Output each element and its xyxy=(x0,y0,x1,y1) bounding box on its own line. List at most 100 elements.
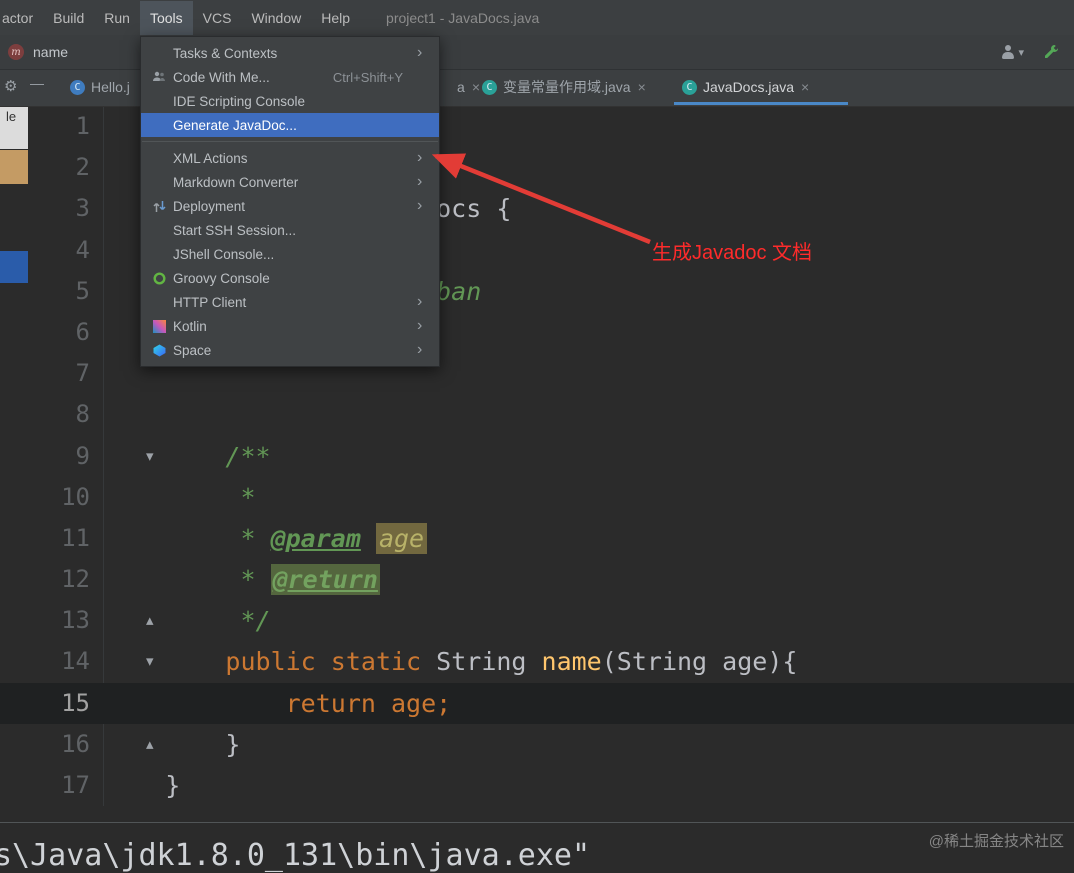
menu-item-tasks-contexts[interactable]: Tasks & Contexts › xyxy=(141,41,439,65)
line-number[interactable]: 16 xyxy=(40,724,90,765)
code-token: age xyxy=(375,522,428,554)
line-number[interactable]: 1 xyxy=(40,106,90,147)
menu-item-groovy-console[interactable]: Groovy Console xyxy=(141,266,439,290)
tab-javadocs-java[interactable]: JavaDocs.java × xyxy=(674,69,848,105)
navbar-symbol[interactable]: name xyxy=(33,44,68,60)
menu-window[interactable]: Window xyxy=(241,1,311,35)
kotlin-icon xyxy=(150,319,168,333)
code-text: * @param age xyxy=(105,518,428,559)
tab-bianliang-java[interactable]: 变量常量作用域.java × xyxy=(474,69,688,105)
line-number[interactable]: 15 xyxy=(40,683,90,724)
line-number[interactable]: 11 xyxy=(40,518,90,559)
tools-menu: Tasks & Contexts › Code With Me... Ctrl+Shi… xyxy=(140,36,440,367)
tab-label: JavaDocs.java xyxy=(703,79,795,95)
menu-item-label: XML Actions xyxy=(173,150,248,166)
menu-refactor[interactable]: actor xyxy=(0,1,43,35)
code-line[interactable]: 15 return age; xyxy=(0,682,1074,724)
code-token: @param xyxy=(270,523,361,553)
menu-item-ide-scripting-console[interactable]: IDE Scripting Console xyxy=(141,89,439,113)
code-token: @return xyxy=(270,564,380,596)
menu-item-http-client[interactable]: HTTP Client › xyxy=(141,290,439,314)
line-number[interactable]: 6 xyxy=(40,312,90,353)
line-number[interactable]: 10 xyxy=(40,477,90,518)
class-icon xyxy=(682,79,697,95)
menu-run[interactable]: Run xyxy=(94,1,140,35)
menu-tools[interactable]: Tools xyxy=(139,0,193,35)
menu-item-xml-actions[interactable]: XML Actions › xyxy=(141,146,439,170)
line-number[interactable]: 17 xyxy=(40,765,90,806)
menu-item-label: Deployment xyxy=(173,198,246,214)
code-line[interactable]: 17 } xyxy=(0,765,1074,806)
code-line[interactable]: 11 * @param age xyxy=(0,518,1074,559)
close-tab-icon[interactable]: × xyxy=(801,79,809,95)
menu-item-code-with-me[interactable]: Code With Me... Ctrl+Shift+Y xyxy=(141,65,439,89)
menu-item-label: Tasks & Contexts xyxy=(173,45,278,61)
code-token: static xyxy=(330,647,422,677)
code-text: /** xyxy=(105,436,271,477)
menu-item-label: Start SSH Session... xyxy=(173,222,297,238)
tab-label: Hello.j xyxy=(91,79,130,95)
annotation-text: 生成Javadoc 文档 xyxy=(652,242,813,264)
line-number[interactable]: 13 xyxy=(40,600,90,641)
code-line[interactable]: 14 public static String name(String age)… xyxy=(0,641,1074,682)
code-line[interactable]: 13 */ xyxy=(0,600,1074,641)
line-number[interactable]: 4 xyxy=(40,230,90,271)
code-token: /** xyxy=(105,441,271,471)
divider xyxy=(0,822,1074,823)
code-text: } xyxy=(105,765,180,806)
code-text: public static String name(String age){ xyxy=(105,641,797,682)
menu-item-space[interactable]: Space › xyxy=(141,338,439,362)
code-token: } xyxy=(105,729,241,759)
code-token: * xyxy=(105,565,271,595)
users-icon xyxy=(1000,44,1016,60)
navbar-right-actions xyxy=(1000,43,1074,61)
space-icon xyxy=(150,344,168,357)
code-text: */ xyxy=(105,600,271,641)
code-line[interactable]: 9 /** xyxy=(0,436,1074,477)
code-token: age; xyxy=(391,688,452,718)
line-number[interactable]: 7 xyxy=(40,353,90,394)
menu-build[interactable]: Build xyxy=(43,1,94,35)
users-menu-button[interactable] xyxy=(1000,43,1024,61)
close-tab-icon[interactable]: × xyxy=(638,79,646,95)
wrench-icon[interactable] xyxy=(1042,43,1060,61)
submenu-arrow-icon: › xyxy=(417,149,423,166)
code-line[interactable]: 8 xyxy=(0,394,1074,435)
code-line[interactable]: 12 * @return xyxy=(0,559,1074,600)
gear-icon[interactable] xyxy=(4,77,22,95)
menu-item-markdown-converter[interactable]: Markdown Converter › xyxy=(141,170,439,194)
code-token: * xyxy=(105,523,271,553)
line-number[interactable]: 12 xyxy=(40,559,90,600)
code-token: name xyxy=(541,647,602,677)
tab-label: 变量常量作用域.java xyxy=(503,79,631,95)
line-number[interactable]: 9 xyxy=(40,436,90,477)
menu-item-jshell-console[interactable]: JShell Console... xyxy=(141,242,439,266)
line-number[interactable]: 14 xyxy=(40,641,90,682)
menu-item-label: Kotlin xyxy=(173,318,207,334)
hide-panel-icon[interactable] xyxy=(30,75,44,91)
code-text: * @return xyxy=(105,559,380,600)
menu-item-label: Generate JavaDoc... xyxy=(173,117,297,133)
code-token: String xyxy=(421,647,542,677)
menu-item-kotlin[interactable]: Kotlin › xyxy=(141,314,439,338)
menu-vcs[interactable]: VCS xyxy=(193,1,242,35)
code-line[interactable]: 10 * xyxy=(0,477,1074,518)
submenu-arrow-icon: › xyxy=(417,197,423,214)
line-number[interactable]: 3 xyxy=(40,188,90,229)
code-token: */ xyxy=(105,606,271,636)
class-icon xyxy=(70,79,85,95)
menu-item-generate-javadoc[interactable]: Generate JavaDoc... xyxy=(141,113,439,137)
menu-item-start-ssh-session[interactable]: Start SSH Session... xyxy=(141,218,439,242)
menu-help[interactable]: Help xyxy=(311,1,360,35)
menu-item-deployment[interactable]: Deployment › xyxy=(141,194,439,218)
line-number[interactable]: 8 xyxy=(40,394,90,435)
line-number[interactable]: 2 xyxy=(40,147,90,188)
line-number[interactable]: 5 xyxy=(40,271,90,312)
code-line[interactable]: 16 } xyxy=(0,724,1074,765)
menu-item-label: Markdown Converter xyxy=(173,174,299,190)
menu-item-label: Code With Me... xyxy=(173,69,270,85)
code-token: } xyxy=(105,771,181,800)
popup-fragment-selected xyxy=(0,150,28,184)
menu-item-label: HTTP Client xyxy=(173,294,247,310)
